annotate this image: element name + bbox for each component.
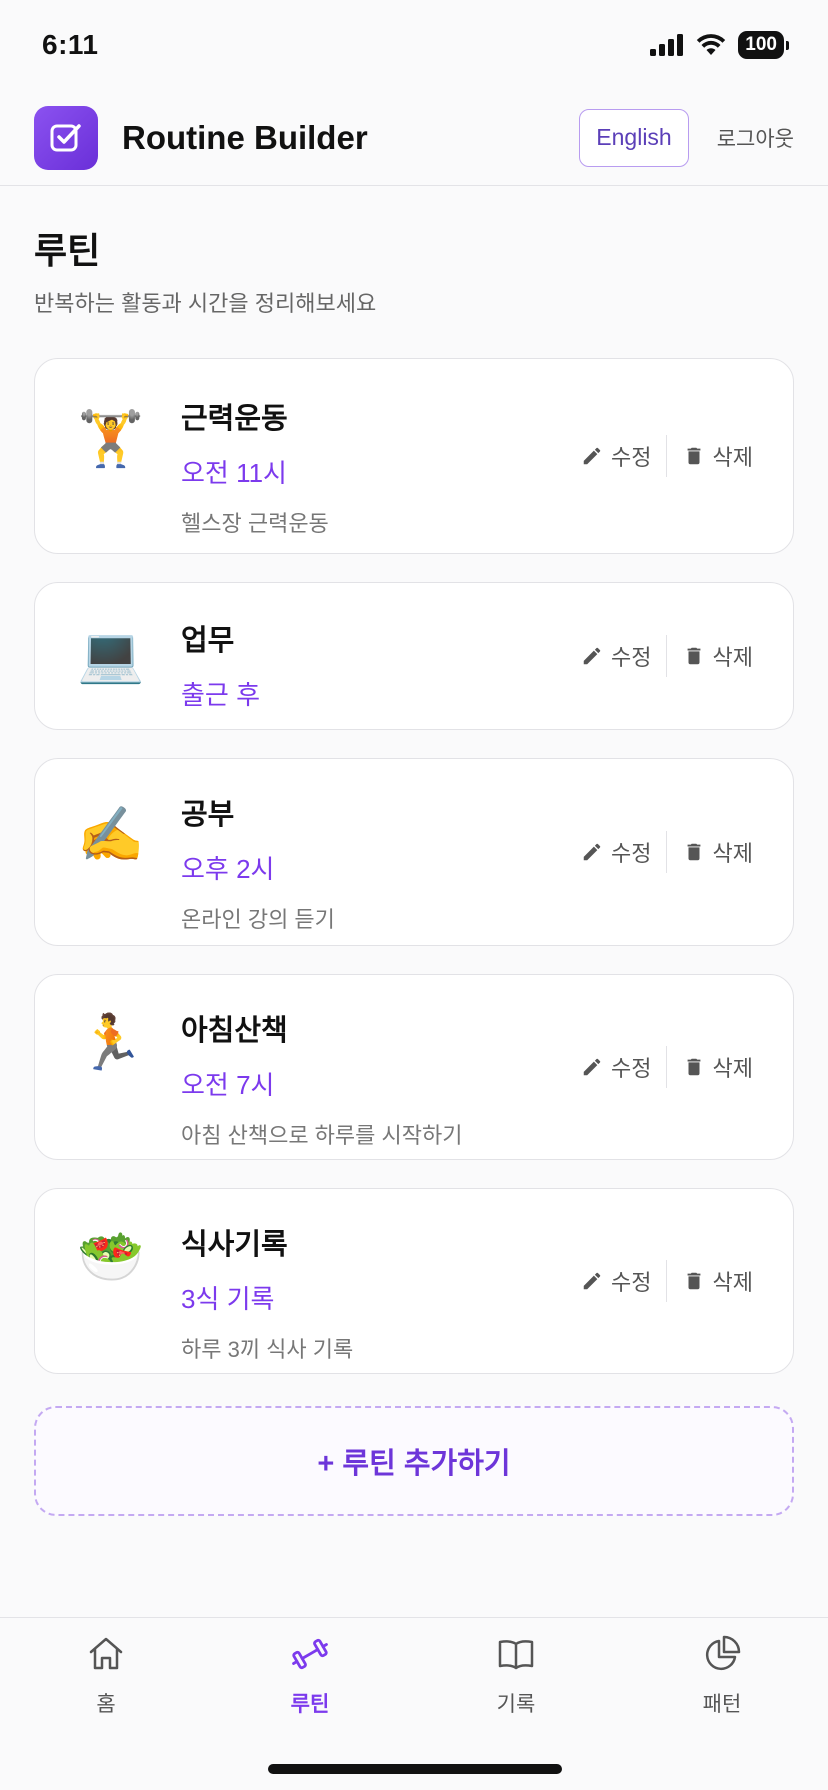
- delete-button[interactable]: 삭제: [683, 836, 753, 868]
- add-routine-button[interactable]: + 루틴 추가하기: [34, 1406, 794, 1516]
- tab-pattern[interactable]: 패턴: [652, 1632, 792, 1718]
- routine-text: 아침산책 오전 7시 아침 산책으로 하루를 시작하기: [181, 1007, 462, 1150]
- status-icons: 100: [650, 31, 789, 59]
- delete-button[interactable]: 삭제: [683, 1265, 753, 1297]
- home-indicator: [268, 1764, 562, 1774]
- routine-name: 아침산책: [181, 1015, 288, 1047]
- pencil-icon: [583, 1058, 601, 1076]
- home-icon: [84, 1632, 128, 1676]
- routine-actions: 수정 삭제: [581, 635, 753, 677]
- book-icon: [494, 1632, 538, 1676]
- routine-time: 오전 7시: [181, 1070, 275, 1100]
- action-divider: [665, 635, 667, 677]
- routine-card[interactable]: 💻 업무 출근 후 수정 삭제: [34, 582, 794, 730]
- checkbox-icon: [50, 123, 81, 151]
- action-divider: [665, 831, 667, 873]
- logout-button[interactable]: 로그아웃: [717, 123, 794, 153]
- routine-actions: 수정 삭제: [581, 435, 753, 477]
- app-title: Routine Builder: [122, 118, 368, 156]
- delete-button[interactable]: 삭제: [683, 640, 753, 672]
- edit-button[interactable]: 수정: [581, 1265, 652, 1297]
- delete-label: 삭제: [712, 445, 753, 470]
- routine-desc: 하루 3끼 식사 기록: [181, 1337, 354, 1362]
- routine-text: 식사기록 3식 기록 하루 3끼 식사 기록: [181, 1221, 353, 1364]
- action-divider: [665, 435, 667, 477]
- signal-icon: [650, 34, 684, 56]
- wifi-icon: [697, 34, 726, 55]
- routine-name: 근력운동: [181, 403, 288, 435]
- routine-desc: 아침 산책으로 하루를 시작하기: [181, 1123, 463, 1148]
- pencil-icon: [583, 843, 601, 861]
- delete-label: 삭제: [712, 1056, 753, 1081]
- app-header: Routine Builder English 로그아웃: [0, 90, 828, 186]
- routine-name: 공부: [181, 799, 235, 831]
- delete-label: 삭제: [712, 645, 753, 670]
- routine-actions: 수정 삭제: [581, 1260, 753, 1302]
- routine-time: 출근 후: [181, 680, 260, 710]
- edit-button[interactable]: 수정: [581, 440, 652, 472]
- edit-button[interactable]: 수정: [581, 640, 652, 672]
- delete-button[interactable]: 삭제: [683, 440, 753, 472]
- battery-indicator: 100: [738, 31, 789, 59]
- edit-label: 수정: [611, 1056, 652, 1081]
- runner-emoji-icon: 🏃: [77, 1013, 145, 1073]
- routine-text: 공부 오후 2시 온라인 강의 듣기: [181, 791, 335, 934]
- edit-button[interactable]: 수정: [581, 836, 652, 868]
- dumbbell-icon: [288, 1632, 332, 1676]
- language-button[interactable]: English: [579, 108, 689, 167]
- edit-label: 수정: [611, 841, 652, 866]
- delete-label: 삭제: [712, 1270, 753, 1295]
- routine-text: 업무 출근 후: [181, 617, 260, 712]
- routine-text: 근력운동 오전 11시 헬스장 근력운동: [181, 395, 329, 538]
- tab-records[interactable]: 기록: [446, 1632, 586, 1718]
- tab-home[interactable]: 홈: [36, 1632, 176, 1718]
- routine-card[interactable]: ✍️ 공부 오후 2시 온라인 강의 듣기 수정 삭제: [34, 758, 794, 946]
- pencil-icon: [583, 647, 601, 665]
- routine-actions: 수정 삭제: [581, 831, 753, 873]
- routine-time: 3식 기록: [181, 1284, 275, 1314]
- tab-routine[interactable]: 루틴: [240, 1632, 380, 1718]
- weightlifter-emoji-icon: 🏋️: [77, 409, 145, 469]
- writing-hand-emoji-icon: ✍️: [77, 805, 145, 865]
- status-bar: 6:11 100: [0, 0, 828, 90]
- tab-label: 패턴: [702, 1693, 742, 1716]
- pencil-icon: [583, 447, 601, 465]
- app-logo: [34, 105, 98, 170]
- salad-emoji-icon: 🥗: [77, 1227, 145, 1287]
- delete-label: 삭제: [712, 841, 753, 866]
- action-divider: [665, 1260, 667, 1302]
- routine-card[interactable]: 🏋️ 근력운동 오전 11시 헬스장 근력운동 수정 삭제: [34, 358, 794, 554]
- edit-button[interactable]: 수정: [581, 1051, 652, 1083]
- trash-icon: [687, 843, 700, 861]
- routine-time: 오후 2시: [181, 854, 275, 884]
- page-title: 루틴: [34, 230, 101, 271]
- pie-chart-icon: [700, 1632, 744, 1676]
- tab-label: 루틴: [290, 1693, 330, 1716]
- delete-button[interactable]: 삭제: [683, 1051, 753, 1083]
- routine-name: 업무: [181, 625, 235, 657]
- routine-card[interactable]: 🏃 아침산책 오전 7시 아침 산책으로 하루를 시작하기 수정 삭제: [34, 974, 794, 1160]
- routine-name: 식사기록: [181, 1229, 288, 1261]
- laptop-emoji-icon: 💻: [77, 625, 145, 685]
- action-divider: [665, 1046, 667, 1088]
- tab-label: 홈: [96, 1693, 116, 1716]
- routine-card[interactable]: 🥗 식사기록 3식 기록 하루 3끼 식사 기록 수정 삭제: [34, 1188, 794, 1374]
- routine-time: 오전 11시: [181, 458, 287, 488]
- page-subtitle: 반복하는 활동과 시간을 정리해보세요: [34, 291, 377, 316]
- trash-icon: [687, 447, 700, 465]
- tab-label: 기록: [496, 1693, 536, 1716]
- edit-label: 수정: [611, 445, 652, 470]
- trash-icon: [687, 1058, 700, 1076]
- trash-icon: [687, 647, 700, 665]
- edit-label: 수정: [611, 645, 652, 670]
- status-time: 6:11: [42, 29, 99, 60]
- trash-icon: [687, 1272, 700, 1290]
- routine-desc: 온라인 강의 듣기: [181, 907, 335, 932]
- pencil-icon: [583, 1272, 601, 1290]
- edit-label: 수정: [611, 1270, 652, 1295]
- routine-desc: 헬스장 근력운동: [181, 511, 329, 536]
- routine-actions: 수정 삭제: [581, 1046, 753, 1088]
